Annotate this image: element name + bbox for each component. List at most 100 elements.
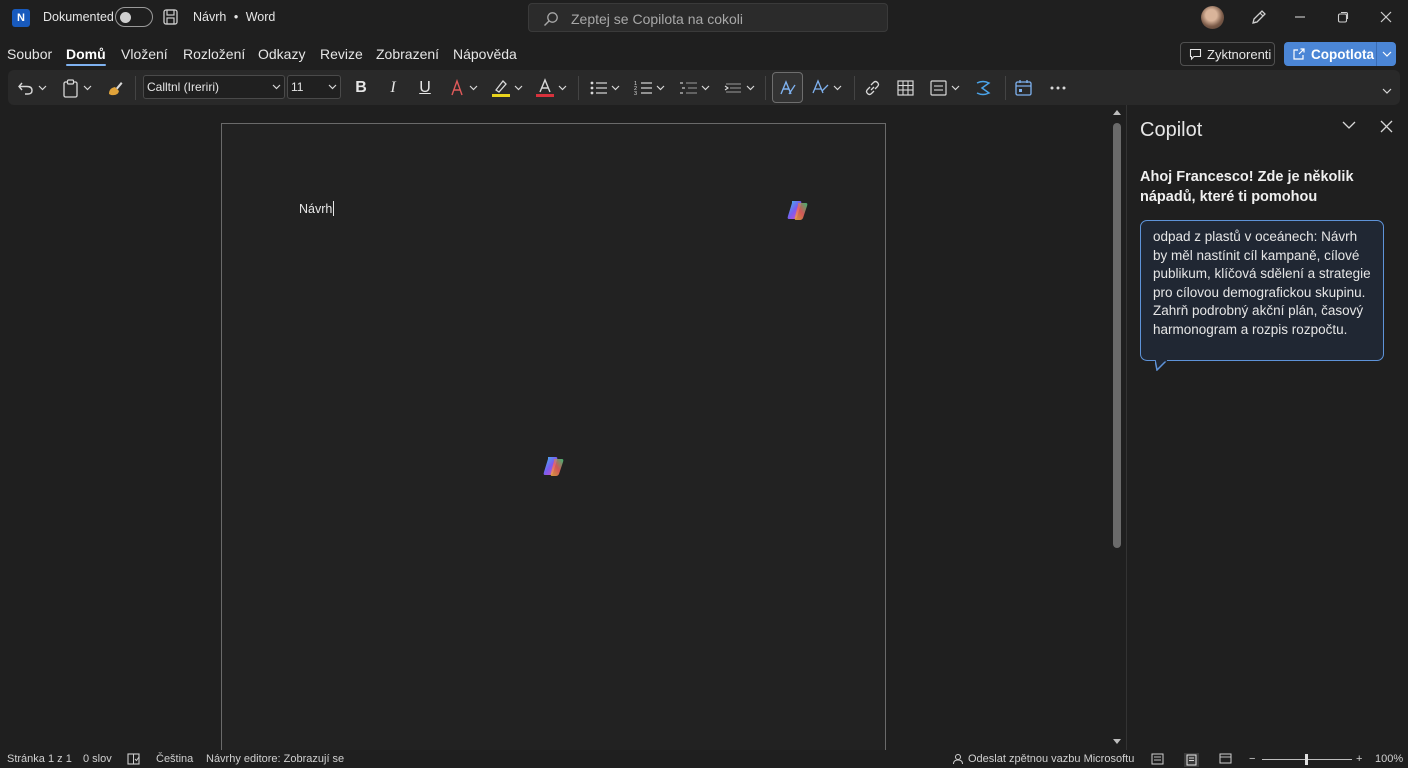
vertical-scrollbar[interactable] xyxy=(1111,109,1123,749)
search-icon xyxy=(543,11,559,27)
pen-icon[interactable] xyxy=(1250,9,1267,26)
copilot-dropdown-icon[interactable] xyxy=(1376,42,1396,66)
text-effects-icon xyxy=(448,79,466,97)
more-options-button[interactable] xyxy=(1049,77,1067,99)
font-size-value: 11 xyxy=(291,80,304,94)
italic-button[interactable]: I xyxy=(382,77,404,99)
collapse-ribbon-button[interactable] xyxy=(1382,80,1392,102)
user-avatar[interactable] xyxy=(1201,6,1224,29)
proofing-icon[interactable] xyxy=(127,753,140,765)
format-painter-button[interactable] xyxy=(106,77,124,99)
bullets-button[interactable] xyxy=(589,77,620,99)
tab-revize[interactable]: Revize xyxy=(320,46,363,62)
chevron-down-icon xyxy=(611,85,620,91)
zoom-slider-thumb[interactable] xyxy=(1305,754,1308,765)
menu-bar: Soubor Domů Vložení Rozložení Odkazy Rev… xyxy=(0,36,1408,70)
scroll-down-icon[interactable] xyxy=(1113,739,1121,745)
underline-button[interactable]: U xyxy=(414,77,436,99)
share-icon xyxy=(1292,47,1306,61)
layout-button[interactable] xyxy=(929,77,960,99)
scrollbar-thumb[interactable] xyxy=(1113,123,1121,548)
calendar-icon xyxy=(1014,79,1033,97)
font-color-button[interactable] xyxy=(535,77,567,99)
paragraph-button[interactable] xyxy=(724,77,755,99)
numbered-list-icon: 123 xyxy=(634,79,653,97)
close-window-icon[interactable] xyxy=(1378,9,1394,25)
copilot-pane-title: Copilot xyxy=(1140,119,1203,141)
tab-vlozeni[interactable]: Vložení xyxy=(121,46,168,62)
link-button[interactable] xyxy=(863,77,882,99)
chevron-down-icon xyxy=(469,85,478,91)
save-icon[interactable] xyxy=(163,9,178,25)
tab-rozlozeni[interactable]: Rozložení xyxy=(183,46,245,62)
comment-icon xyxy=(1189,48,1202,61)
chevron-down-icon xyxy=(558,85,567,91)
scroll-up-icon[interactable] xyxy=(1113,109,1121,115)
minimize-icon[interactable] xyxy=(1292,9,1308,25)
restore-icon[interactable] xyxy=(1335,9,1351,25)
table-button[interactable] xyxy=(896,77,915,99)
feedback-link[interactable]: Odeslat zpětnou vazbu Microsoftu xyxy=(968,753,1134,765)
font-color-icon xyxy=(535,78,555,98)
word-app-icon: N xyxy=(12,9,30,27)
page-count[interactable]: Stránka 1 z 1 xyxy=(7,753,72,765)
tab-napoveda[interactable]: Nápověda xyxy=(453,46,517,62)
print-layout-icon[interactable] xyxy=(1184,753,1199,767)
chevron-down-icon xyxy=(328,84,337,90)
addin-button[interactable] xyxy=(1014,77,1033,99)
document-text[interactable]: Návrh xyxy=(299,201,335,216)
copilot-inline-icon[interactable] xyxy=(786,199,810,221)
styles-button[interactable] xyxy=(772,72,803,103)
status-bar: Stránka 1 z 1 0 slov Čeština Návrhy edit… xyxy=(0,750,1408,768)
editor-suggestions-status[interactable]: Návrhy editore: Zobrazují se xyxy=(206,753,344,765)
tab-zobrazeni[interactable]: Zobrazení xyxy=(376,46,439,62)
format-painter-icon xyxy=(106,79,124,97)
pane-options-icon[interactable] xyxy=(1342,121,1356,130)
tab-domu[interactable]: Domů xyxy=(66,46,106,66)
chevron-down-icon xyxy=(1382,88,1392,95)
zoom-in-icon[interactable]: + xyxy=(1356,753,1362,765)
document-page[interactable]: Návrh xyxy=(221,123,886,763)
web-layout-icon[interactable] xyxy=(1219,753,1232,765)
copilot-greeting: Ahoj Francesco! Zde je několik nápadů, k… xyxy=(1140,169,1354,205)
title-bar: N Dokumented Návrh • Word Zeptej se Copi… xyxy=(0,0,1408,36)
document-body-text: Návrh xyxy=(299,202,333,216)
highlight-button[interactable] xyxy=(491,77,523,99)
multilevel-list-button[interactable] xyxy=(679,77,710,99)
undo-icon xyxy=(17,79,35,97)
bullet-list-icon xyxy=(589,79,608,97)
text-effects-button[interactable] xyxy=(448,77,478,99)
tab-odkazy[interactable]: Odkazy xyxy=(258,46,305,62)
zoom-out-icon[interactable]: − xyxy=(1249,753,1255,765)
font-size-select[interactable]: 11 xyxy=(287,75,341,99)
title-separator: • xyxy=(233,10,239,24)
copilot-suggestion-card[interactable]: odpad z plastů v oceánech: Návrh by měl … xyxy=(1140,220,1384,361)
more-icon xyxy=(1049,85,1067,91)
language-status[interactable]: Čeština xyxy=(156,753,193,765)
autosave-toggle[interactable] xyxy=(115,7,153,27)
feedback-icon xyxy=(952,753,965,765)
search-box[interactable]: Zeptej se Copilota na cokoli xyxy=(528,3,888,32)
focus-mode-icon[interactable] xyxy=(1151,753,1164,765)
undo-button[interactable] xyxy=(17,77,47,99)
copilot-button[interactable]: Copotlota xyxy=(1284,42,1396,66)
clipboard-icon xyxy=(62,78,80,98)
comments-button[interactable]: Zyktnorenti xyxy=(1180,42,1275,66)
paragraph-icon xyxy=(724,79,743,97)
paste-button[interactable] xyxy=(62,77,92,99)
editor-button[interactable] xyxy=(811,77,842,99)
word-count[interactable]: 0 slov xyxy=(83,753,112,765)
chevron-down-icon xyxy=(656,85,665,91)
chevron-down-icon xyxy=(272,84,281,90)
close-pane-icon[interactable] xyxy=(1380,120,1393,133)
styles-icon xyxy=(779,79,797,97)
tab-soubor[interactable]: Soubor xyxy=(7,46,52,62)
font-name-select[interactable]: Calltnl (Ireriri) xyxy=(143,75,285,99)
document-title[interactable]: Návrh • Word xyxy=(193,10,275,24)
numbering-button[interactable]: 123 xyxy=(634,77,665,99)
copilot-button-label: Copotlota xyxy=(1311,46,1374,62)
zoom-level[interactable]: 100% xyxy=(1375,753,1403,765)
editor-icon xyxy=(811,79,830,97)
bold-button[interactable]: B xyxy=(350,77,372,99)
designer-button[interactable] xyxy=(974,77,993,99)
